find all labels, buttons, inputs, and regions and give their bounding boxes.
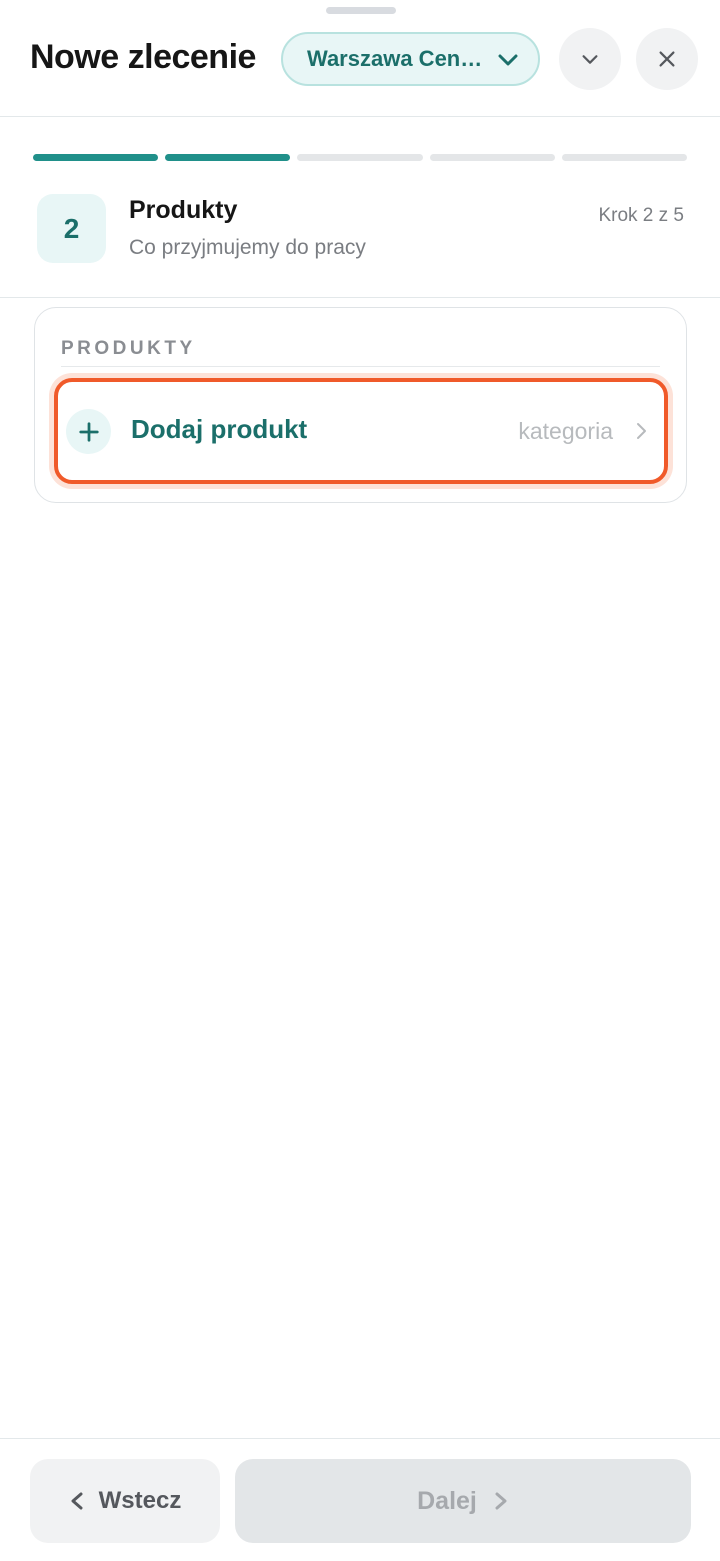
section-label: PRODUKTY — [61, 338, 196, 359]
step-number-badge: 2 — [37, 194, 106, 263]
step-header: 2 Produkty Co przyjmujemy do pracy Krok … — [0, 180, 720, 298]
step-title: Produkty — [129, 196, 238, 224]
progress-segment — [297, 154, 423, 161]
plus-icon — [66, 409, 111, 454]
step-progress-bar — [33, 154, 688, 161]
products-card: PRODUKTY Dodaj produkt kategoria — [34, 307, 687, 503]
location-label: Warszawa Centrum — [307, 46, 483, 71]
chevron-down-icon — [582, 55, 598, 64]
location-selector[interactable]: Warszawa Centrum — [281, 32, 540, 86]
next-label: Dalej — [417, 1486, 477, 1515]
page-title: Nowe zlecenie — [30, 38, 256, 76]
progress-segment — [33, 154, 159, 161]
chevron-right-icon — [495, 1492, 507, 1510]
chevron-right-icon — [637, 423, 646, 439]
back-button[interactable]: Wstecz — [30, 1459, 220, 1543]
progress-segment — [165, 154, 291, 161]
footer-bar: Wstecz Dalej — [0, 1438, 720, 1561]
add-product-button[interactable]: Dodaj produkt kategoria — [54, 378, 668, 484]
close-button[interactable] — [636, 28, 698, 90]
add-product-label: Dodaj produkt — [131, 414, 308, 444]
progress-segment — [561, 154, 688, 161]
step-subtitle: Co przyjmujemy do pracy — [129, 236, 366, 259]
step-counter: Krok 2 z 5 — [598, 205, 684, 226]
progress-segment — [429, 154, 555, 161]
next-button[interactable]: Dalej — [235, 1459, 691, 1543]
divider — [61, 366, 660, 367]
close-icon — [659, 51, 675, 67]
category-hint: kategoria — [518, 418, 613, 444]
back-label: Wstecz — [98, 1487, 182, 1514]
chevron-down-icon — [498, 54, 518, 66]
chevron-left-icon — [71, 1492, 83, 1510]
sheet-header: Nowe zlecenie Warszawa Centrum — [0, 0, 720, 117]
collapse-button[interactable] — [559, 28, 621, 90]
